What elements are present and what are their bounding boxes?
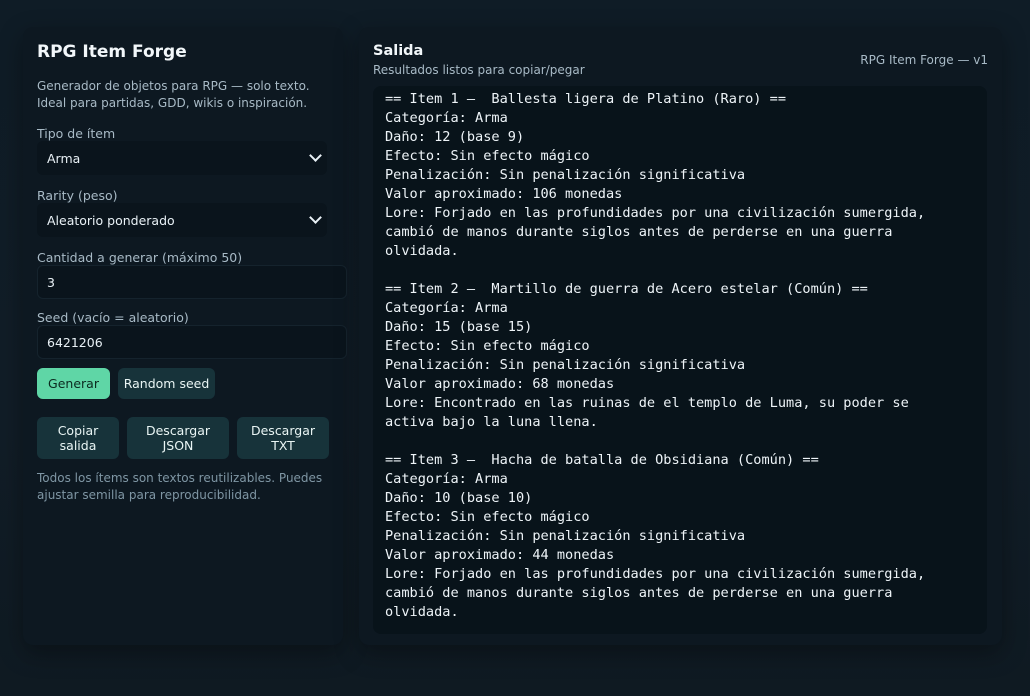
download-txt-button[interactable]: Descargar TXT [237,417,329,459]
output-line: Categoría: Arma [385,471,508,487]
output-panel: Salida Resultados listos para copiar/peg… [359,27,1002,645]
output-line: Valor aproximado: 68 monedas [385,376,615,392]
rarity-select[interactable]: Aleatorio ponderado [37,203,327,237]
seed-input[interactable]: 6421206 [37,325,347,359]
quantity-label: Cantidad a generar (máximo 50) [37,250,243,265]
download-json-button[interactable]: Descargar JSON [127,417,229,459]
output-line: Lore: Encontrado en las ruinas de el tem… [385,395,909,411]
output-line: == Item 3 — Hacha de batalla de Obsidian… [385,452,819,468]
download-json-label-line2: JSON [162,438,194,453]
output-line: Lore: Forjado en las profundidades por u… [385,205,926,221]
chevron-down-icon [309,149,322,162]
generate-button[interactable]: Generar [37,368,110,399]
output-line: olvidada. [385,243,459,259]
output-line: == Item 2 — Martillo de guerra de Acero … [385,281,868,297]
output-line: Efecto: Sin efecto mágico [385,148,590,164]
seed-label: Seed (vacío = aleatorio) [37,310,189,325]
download-txt-label-line1: Descargar [250,423,315,438]
chevron-down-icon [309,211,322,224]
output-line: Penalización: Sin penalización significa… [385,167,746,183]
version-label: RPG Item Forge — v1 [860,53,988,67]
output-line: Penalización: Sin penalización significa… [385,528,746,544]
quantity-input[interactable]: 3 [37,265,347,299]
item-type-selected-value: Arma [47,150,81,166]
app-description: Generador de objetos para RPG — solo tex… [37,79,310,110]
output-line: Daño: 12 (base 9) [385,129,525,145]
copy-output-label-line1: Copiar [57,423,99,438]
output-line: Efecto: Sin efecto mágico [385,338,590,354]
app-title: RPG Item Forge [37,42,187,62]
output-subtitle: Resultados listos para copiar/pegar [373,63,585,77]
output-line: Categoría: Arma [385,300,508,316]
output-line: Daño: 15 (base 15) [385,319,533,335]
output-title: Salida [373,43,424,59]
download-txt-label-line2: TXT [271,438,295,453]
random-seed-button[interactable]: Random seed [118,368,215,399]
output-line: Daño: 10 (base 10) [385,490,533,506]
item-type-label: Tipo de ítem [37,126,116,141]
seed-value: 6421206 [47,334,103,350]
copy-output-label-line2: salida [59,438,97,453]
rarity-label: Rarity (peso) [37,188,118,203]
controls-panel: RPG Item Forge Generador de objetos para… [23,27,347,645]
output-line: activa bajo la luna llena. [385,414,598,430]
output-line: Penalización: Sin penalización significa… [385,357,746,373]
item-type-select[interactable]: Arma [37,141,327,175]
output-line: Valor aproximado: 44 monedas [385,547,615,563]
output-line: Categoría: Arma [385,110,508,126]
download-json-label-line1: Descargar [145,423,210,438]
output-line: Lore: Forjado en las profundidades por u… [385,566,926,582]
output-line: cambió de manos durante siglos antes de … [385,585,893,601]
rarity-selected-value: Aleatorio ponderado [47,212,175,228]
output-line: Valor aproximado: 106 monedas [385,186,623,202]
output-line: == Item 1 — Ballesta ligera de Platino (… [385,91,787,107]
output-line: olvidada. [385,604,459,620]
output-line: cambió de manos durante siglos antes de … [385,224,893,240]
copy-output-button[interactable]: Copiar salida [37,417,119,459]
output-text-area[interactable]: == Item 1 — Ballesta ligera de Platino (… [373,86,987,634]
quantity-value: 3 [47,274,55,290]
footnote-text: Todos los ítems son textos reutilizables… [37,471,323,502]
output-line: Efecto: Sin efecto mágico [385,509,590,525]
